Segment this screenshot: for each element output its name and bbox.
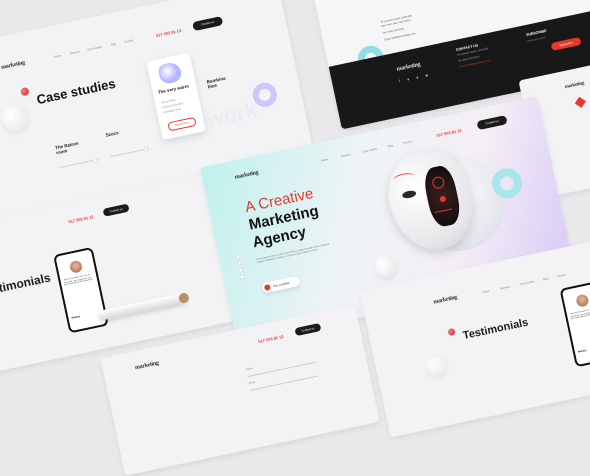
instagram-icon[interactable]: [237, 267, 244, 274]
phone-mockup: Jack and his team are a joy to work with…: [53, 246, 109, 334]
case-card-title[interactable]: The Ratron room: [55, 138, 92, 156]
robot-accent-line: [391, 171, 416, 185]
watermark-text: work: [204, 97, 260, 133]
nav-phone[interactable]: 517 503 81 12: [258, 334, 284, 344]
nav-phone[interactable]: 517 503 81 12: [156, 28, 182, 38]
nav-contact[interactable]: Contact: [403, 140, 412, 145]
robot-eye: [401, 189, 417, 200]
nav-phone[interactable]: 517 503 81 12: [68, 214, 94, 224]
decorative-sphere: [0, 102, 31, 134]
decorative-sphere: [372, 253, 399, 280]
nav-services[interactable]: Services: [500, 285, 510, 290]
case-card-read-more[interactable]: Read more: [167, 116, 197, 132]
nav-blog[interactable]: Blog: [387, 144, 393, 148]
glass-shape-icon: [157, 60, 183, 86]
nav-home[interactable]: Home: [54, 54, 61, 58]
nav-services[interactable]: Services: [341, 153, 351, 158]
nav-home[interactable]: Home: [482, 290, 489, 294]
case-card-title[interactable]: Bambina blue: [206, 74, 234, 90]
play-icon: [263, 283, 271, 292]
nav-contact-button[interactable]: Contact us: [294, 322, 322, 337]
robot-circuit-panel: [421, 163, 464, 229]
contact-phone[interactable]: Tel: (555) 555 5555: [383, 27, 405, 35]
subscribe-input[interactable]: Enter your email: [527, 36, 545, 43]
linkedin-icon[interactable]: [239, 273, 246, 280]
nav-contact[interactable]: Contact: [557, 274, 566, 279]
heart-icon: [20, 86, 30, 97]
nav-contact[interactable]: Contact: [124, 39, 133, 44]
case-card-title[interactable]: Szucs: [105, 130, 119, 138]
hero-portfolio-button[interactable]: Our portfolio: [261, 275, 301, 294]
facebook-icon[interactable]: [234, 253, 241, 260]
diamond-icon: [574, 96, 586, 108]
case-card-title: The very warm: [157, 83, 190, 95]
nav-home[interactable]: Home: [321, 158, 328, 162]
nav-contact-button[interactable]: Contact us: [476, 115, 508, 131]
nav-case-studies[interactable]: Case studies: [362, 148, 377, 154]
case-studies-title: Case studies: [35, 75, 117, 108]
avatar: [68, 259, 84, 274]
testimonial-author: Melany: [577, 348, 587, 354]
robot-hand: [97, 292, 188, 321]
testimonial-quote: Jack and his team are a joy to work with…: [569, 308, 590, 321]
nav-case-studies[interactable]: Case studies: [519, 280, 534, 286]
subscribe-button[interactable]: Subscribe: [550, 36, 582, 52]
avatar: [575, 293, 590, 308]
hero-portfolio-label: Our portfolio: [272, 280, 290, 289]
twitter-icon[interactable]: [236, 260, 243, 267]
nav-contact-button[interactable]: Contact us: [102, 203, 130, 217]
card-arrow-icon[interactable]: [142, 146, 149, 153]
heart-icon: [447, 327, 456, 337]
testimonials-title: timonials: [0, 270, 52, 296]
nav-phone[interactable]: 517 503 81 12: [436, 128, 462, 138]
form-logo[interactable]: marketing: [135, 360, 160, 371]
nav-blog[interactable]: Blog: [543, 277, 549, 281]
hero-logo[interactable]: marketing: [234, 170, 259, 181]
testimonials-title-right: Testimonials: [461, 316, 530, 343]
decorative-sphere: [425, 354, 449, 379]
card-arrow-icon[interactable]: [92, 157, 99, 163]
social-icons[interactable]: f ♦ ● ■: [399, 72, 432, 84]
testimonial-author: Melany: [71, 314, 81, 320]
brand-logo[interactable]: marketing: [1, 60, 26, 71]
side-logo[interactable]: marketing: [564, 81, 584, 90]
nav-case-studies[interactable]: Case studies: [87, 46, 102, 52]
testimonial-quote: Jack and his team are a joy to work with…: [63, 274, 94, 287]
footer-logo[interactable]: marketing: [396, 62, 421, 73]
nav-blog[interactable]: Blog: [111, 43, 117, 47]
case-card-featured[interactable]: The very warm Social media Content produ…: [146, 52, 206, 140]
nav-services[interactable]: Services: [70, 50, 80, 55]
nav-contact-button[interactable]: Contact us: [192, 16, 224, 32]
phone-mockup: Jack and his team are a joy to work with…: [559, 280, 590, 368]
testimonials-logo[interactable]: marketing: [433, 295, 458, 306]
